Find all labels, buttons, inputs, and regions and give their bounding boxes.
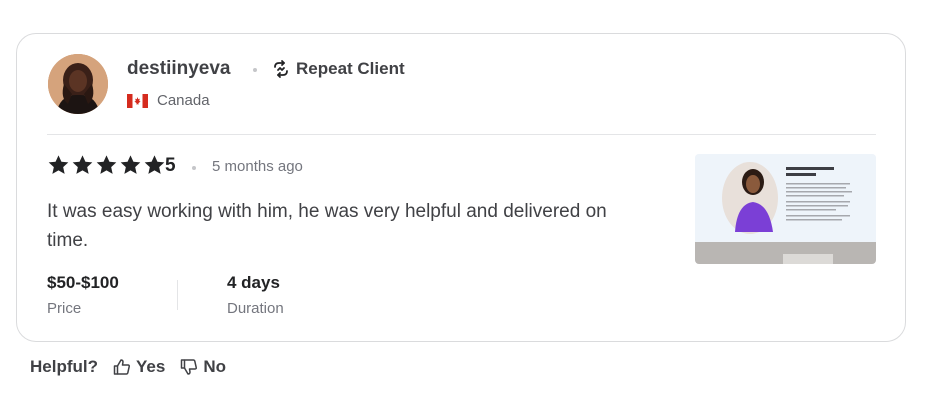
price-block: $50-$100 Price (47, 273, 119, 317)
thumbs-up-icon (113, 359, 130, 375)
review-card: destiinyeva Repeat Client Canada 5 5 mon… (16, 33, 906, 342)
country-name: Canada (157, 92, 210, 109)
vote-yes-button[interactable]: Yes (112, 357, 165, 377)
star-icon (143, 154, 166, 176)
header-divider (47, 134, 876, 135)
star-icon (95, 154, 118, 176)
rating-value: 5 (165, 155, 176, 176)
price-label: Price (47, 300, 82, 317)
repeat-icon (271, 59, 291, 79)
star-icon (119, 154, 142, 176)
separator-dot (253, 68, 257, 72)
vote-yes-label: Yes (136, 357, 166, 376)
vote-no-label: No (203, 357, 226, 376)
repeat-client-label: Repeat Client (296, 59, 405, 78)
thumbs-down-icon (181, 359, 198, 375)
meta-divider (177, 280, 178, 310)
canada-flag-icon (127, 93, 148, 108)
duration-label: Duration (227, 300, 284, 317)
star-icon (71, 154, 94, 176)
review-text: It was easy working with him, he was ver… (47, 201, 607, 251)
star-rating (47, 154, 166, 176)
reviewer-avatar[interactable] (48, 54, 108, 114)
separator-dot (192, 166, 196, 170)
duration-value: 4 days (227, 273, 280, 292)
star-icon (47, 154, 70, 176)
price-value: $50-$100 (47, 273, 119, 292)
vote-no-button[interactable]: No (179, 357, 226, 377)
duration-block: 4 days Duration (227, 273, 284, 317)
review-time: 5 months ago (212, 158, 303, 175)
reviewer-country: Canada (127, 92, 210, 109)
reviewer-username[interactable]: destiinyeva (127, 58, 231, 80)
repeat-client-badge: Repeat Client (271, 59, 405, 79)
gig-thumbnail[interactable] (695, 154, 876, 264)
helpful-feedback: Helpful? Yes No (30, 357, 226, 377)
helpful-question: Helpful? (30, 357, 98, 376)
